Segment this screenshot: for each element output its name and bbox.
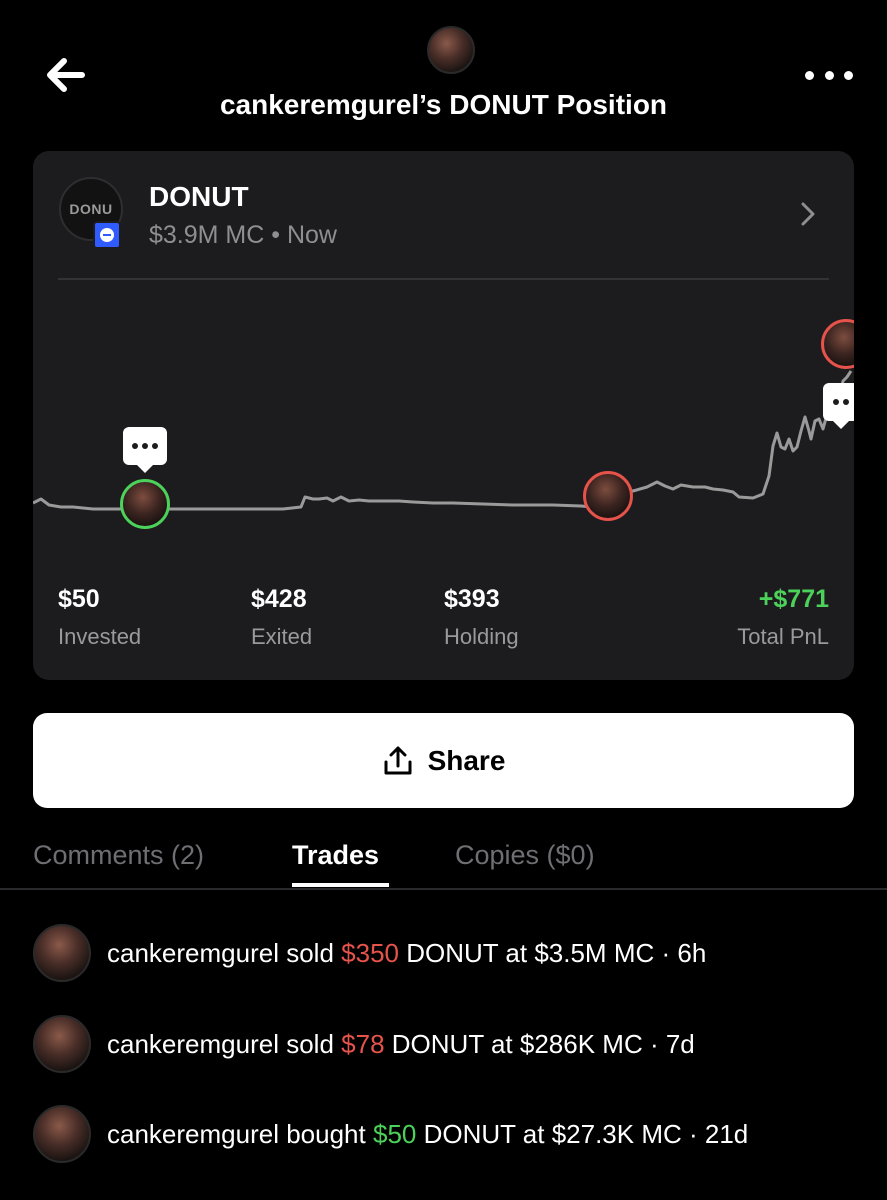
more-options-icon[interactable]: [805, 64, 853, 86]
share-icon: [384, 746, 412, 774]
token-logo-text: DONU: [69, 201, 113, 217]
trade-action: sold: [286, 937, 334, 968]
user-avatar[interactable]: [427, 26, 475, 74]
trade-amount: $50: [372, 1118, 417, 1149]
buy-marker-avatar[interactable]: [120, 479, 170, 529]
sell-marker-avatar[interactable]: [583, 471, 633, 521]
chevron-right-icon[interactable]: [800, 201, 816, 227]
card-divider: [58, 278, 829, 280]
trade-row[interactable]: cankeremgurel sold $350 DONUT at $3.5M M…: [33, 923, 873, 983]
trade-row[interactable]: cankeremgurel sold $78 DONUT at $286K MC…: [33, 1014, 873, 1074]
token-name[interactable]: DONUT: [149, 181, 249, 213]
trader-avatar[interactable]: [33, 1105, 91, 1163]
share-label: Share: [427, 744, 506, 776]
trade-row[interactable]: cankeremgurel bought $50 DONUT at $27.3K…: [33, 1104, 873, 1164]
stat-label: Exited: [251, 624, 313, 649]
price-chart: [33, 301, 854, 541]
position-card: DONU DONUT $3.9M MC • Now $50 Invested $…: [33, 151, 854, 680]
trade-amount: $78: [341, 1028, 385, 1059]
buy-comment-bubble[interactable]: [123, 427, 167, 473]
trade-text: cankeremgurel sold $78 DONUT at $286K MC…: [107, 1029, 695, 1060]
share-button[interactable]: Share: [33, 713, 854, 808]
trade-detail: DONUT at $3.5M MC · 6h: [406, 937, 707, 968]
token-market-cap: $3.9M MC • Now: [149, 221, 337, 249]
trade-user[interactable]: cankeremgurel: [107, 938, 279, 968]
trade-text: cankeremgurel sold $350 DONUT at $3.5M M…: [107, 938, 706, 969]
stat-label: Invested: [58, 624, 142, 649]
page-title: cankeremgurel’s DONUT Position: [219, 89, 668, 120]
tab-trades[interactable]: Trades: [292, 840, 379, 871]
tab-copies[interactable]: Copies ($0): [455, 840, 595, 871]
sell-comment-bubble[interactable]: [823, 383, 854, 429]
stat-invested: $50 Invested: [58, 585, 141, 650]
trader-avatar[interactable]: [33, 924, 91, 982]
stat-total-pnl: +$771 Total PnL: [737, 585, 829, 650]
trade-detail: DONUT at $27.3K MC · 21d: [423, 1118, 749, 1149]
stat-value: $50: [58, 585, 100, 613]
stat-value: $393: [444, 585, 500, 613]
stat-holding: $393 Holding: [444, 585, 519, 650]
chain-badge-icon: [93, 221, 121, 249]
active-tab-indicator: [292, 883, 389, 887]
position-screen: cankeremgurel’s DONUT Position DONU DONU…: [0, 0, 887, 1200]
tabs-divider: [0, 888, 887, 890]
tab-comments[interactable]: Comments (2): [33, 840, 204, 871]
stat-label: Total PnL: [737, 624, 829, 649]
stat-value: +$771: [758, 585, 829, 613]
trade-action: bought: [286, 1118, 366, 1149]
trade-amount: $350: [341, 937, 399, 968]
trade-user[interactable]: cankeremgurel: [107, 1119, 279, 1149]
trade-text: cankeremgurel bought $50 DONUT at $27.3K…: [107, 1119, 748, 1150]
stat-value: $428: [251, 585, 307, 613]
stat-exited: $428 Exited: [251, 585, 312, 650]
trade-user[interactable]: cankeremgurel: [107, 1029, 279, 1059]
stat-label: Holding: [444, 624, 519, 649]
trader-avatar[interactable]: [33, 1015, 91, 1073]
trade-detail: DONUT at $286K MC · 7d: [391, 1028, 695, 1059]
trade-action: sold: [286, 1028, 334, 1059]
